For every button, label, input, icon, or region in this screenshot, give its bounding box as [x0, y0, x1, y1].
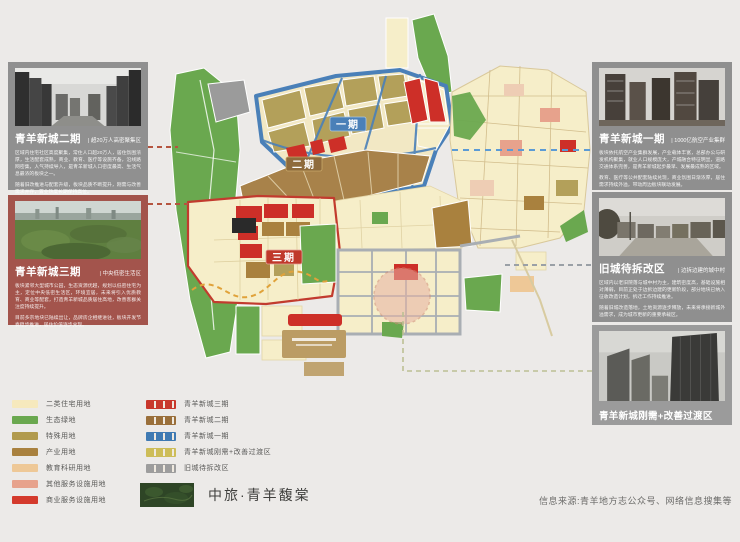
legend-item: 教育科研用地	[12, 460, 106, 476]
legend-label: 旧城待拆改区	[184, 465, 229, 472]
legend-label: 青羊新城刚需+改善过渡区	[184, 449, 272, 456]
phase1-office-photo	[599, 68, 725, 126]
legend-swatch	[12, 480, 38, 488]
phase1-body-1: 板块依托航空产业集群发展，产业载体丰富，总部办公与研发机构聚集，就业人口规模庞大…	[599, 151, 725, 170]
phase1-title: 青羊新城一期	[599, 133, 665, 145]
callout-transition: 青羊新城刚需+改善过渡区	[592, 325, 732, 425]
legend-item: 产业用地	[12, 444, 106, 460]
infographic-canvas: 一期 二期 三期 青羊新城二期 | 超20万人高密聚集区 区域内住宅社区高度聚集…	[0, 0, 740, 542]
legend-item: 青羊新城一期	[146, 428, 271, 444]
callout-phase2: 青羊新城二期 | 超20万人高密聚集区 区域内住宅社区高度聚集，常住人口超20万…	[8, 62, 148, 195]
transition-towers-photo	[599, 331, 725, 401]
phase3-body-1: 板块紧邻大型城市公园，生态资源优越，规划以低密住宅为主，定位中央低密生活区，环境…	[15, 284, 141, 310]
legend-item: 青羊新城刚需+改善过渡区	[146, 444, 271, 460]
legend-landuse: 二类住宅用地 生态绿地 特殊用地 产业用地 教育科研用地 其他服务设施用地 商业…	[12, 396, 106, 508]
map-bottomright-parcels	[463, 239, 553, 337]
source-note: 信息来源:青羊地方志公众号、网络信息搜集等	[538, 496, 732, 506]
legend-item: 特殊用地	[12, 428, 106, 444]
legend-swatch	[146, 399, 176, 409]
callout-phase3: 青羊新城三期 | 中央低密生活区 板块紧邻大型城市公园，生态资源优越，规划以低密…	[8, 195, 148, 328]
phase2-buildings-photo	[15, 68, 141, 126]
oldtown-title: 旧城待拆改区	[599, 263, 665, 275]
legend-item: 生态绿地	[12, 412, 106, 428]
legend-label: 商业服务设施用地	[46, 497, 106, 504]
legend-swatch	[146, 463, 176, 473]
phase2-title: 青羊新城二期	[15, 133, 81, 145]
phase2-tag: | 超20万人高密聚集区	[87, 138, 141, 144]
legend-label: 特殊用地	[46, 433, 76, 440]
legend-swatch	[146, 431, 176, 441]
logo-satellite-image	[140, 483, 194, 507]
legend-swatch	[12, 432, 38, 440]
logo-text: 中旅·青羊馥棠	[208, 487, 311, 503]
legend-swatch	[12, 416, 38, 424]
oldtown-tag: | 边拆边建的城中村	[678, 268, 725, 274]
phase2-body-2: 随着旧改推进与配套升级，板块品质不断提升，刚需与改善需求并存，置业热度长期保持高…	[15, 183, 141, 195]
map-oldtown-area	[449, 65, 591, 249]
phase1-body-2: 教育、医疗等公共配套陆续兑现，商业氛围日渐浓厚，居住需求持续外溢，带动周边板块联…	[599, 176, 725, 188]
map-bottom-blocks	[282, 314, 346, 376]
legend-label: 产业用地	[46, 449, 76, 456]
phase3-tag: | 中央低密生活区	[99, 271, 141, 277]
oldtown-body-1: 区域内以老旧院落与城中村为主，建筑密度高，基础设施相对薄弱，目前正处于边拆边建的…	[599, 281, 725, 300]
legend-label: 青羊新城二期	[184, 417, 229, 424]
phase1-badge-label: 一期	[336, 118, 360, 131]
transition-title: 青羊新城刚需+改善过渡区	[599, 411, 713, 422]
legend-label: 青羊新城三期	[184, 401, 229, 408]
legend-label: 二类住宅用地	[46, 401, 91, 408]
phase1-tag: | 1000亿航空产业集群	[671, 138, 725, 144]
legend-item: 青羊新城三期	[146, 396, 271, 412]
brand-logo: 中旅·青羊馥棠	[140, 483, 311, 507]
phase3-body-2: 目前多宗地块已陆续出让，品牌房企相继进驻，板块开发节奏稳步推进，居住价值逐步兑现…	[15, 316, 141, 328]
phase2-body-1: 区域内住宅社区高度聚集，常住人口超20万人，居住氛围浓厚，生活配套成熟，商业、教…	[15, 151, 141, 177]
legend-item: 二类住宅用地	[12, 396, 106, 412]
oldtown-street-photo	[599, 198, 725, 256]
legend-item: 商业服务设施用地	[12, 492, 106, 508]
phase3-park-photo	[15, 201, 141, 259]
legend-item: 青羊新城二期	[146, 412, 271, 428]
map-phase3-zone	[186, 194, 342, 306]
phase3-badge-label: 三期	[272, 251, 296, 264]
site-highlight-circle	[373, 267, 431, 325]
legend-phases: 青羊新城三期 青羊新城二期 青羊新城一期 青羊新城刚需+改善过渡区 旧城待拆改区	[146, 396, 271, 476]
legend-label: 青羊新城一期	[184, 433, 229, 440]
legend-item: 旧城待拆改区	[146, 460, 271, 476]
legend-swatch	[12, 464, 38, 472]
legend-label: 其他服务设施用地	[46, 481, 106, 488]
legend-swatch	[12, 496, 38, 504]
legend-swatch	[12, 400, 38, 408]
legend-label: 生态绿地	[46, 417, 76, 424]
legend-swatch	[146, 415, 176, 425]
phase2-badge-label: 二期	[292, 158, 316, 171]
legend-swatch	[12, 448, 38, 456]
callout-oldtown: 旧城待拆改区 | 边拆边建的城中村 区域内以老旧院落与城中村为主，建筑密度高，基…	[592, 192, 732, 322]
legend-swatch	[146, 447, 176, 457]
oldtown-body-2: 随着旧城改造落地，土地资源逐步释放，未来将承接新城外溢需求，成为城市更新的重要承…	[599, 306, 725, 318]
phase3-title: 青羊新城三期	[15, 266, 81, 278]
legend-item: 其他服务设施用地	[12, 476, 106, 492]
callout-phase1: 青羊新城一期 | 1000亿航空产业集群 板块依托航空产业集群发展，产业载体丰富…	[592, 62, 732, 190]
legend-label: 教育科研用地	[46, 465, 91, 472]
